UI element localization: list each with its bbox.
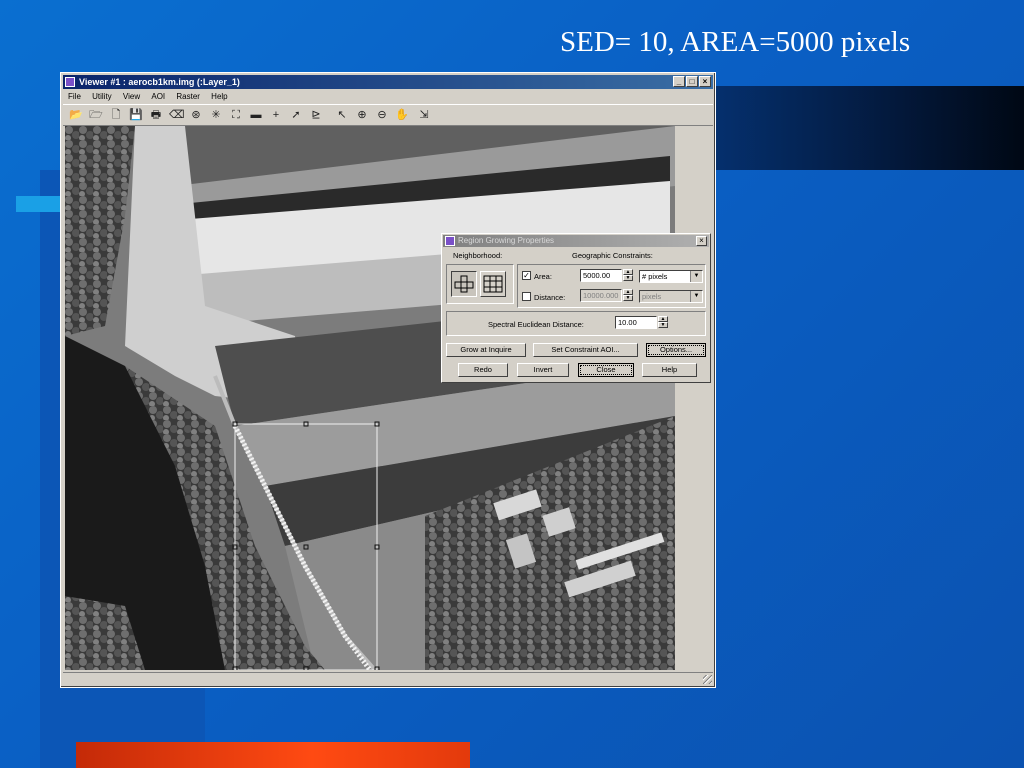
invert-button[interactable]: Invert [517, 363, 569, 377]
area-checkbox[interactable]: ✓ [522, 271, 531, 280]
minimize-button[interactable]: _ [673, 76, 685, 87]
status-bar [63, 672, 713, 685]
slide-title: SED= 10, AREA=5000 pixels [560, 26, 911, 58]
redo-button[interactable]: Redo [458, 363, 508, 377]
viewer-title: Viewer #1 : aerocb1km.img (:Layer_1) [79, 77, 240, 87]
menu-aoi[interactable]: AOI [151, 90, 165, 103]
options-button[interactable]: Options... [646, 343, 706, 357]
menu-help[interactable]: Help [211, 90, 227, 103]
eraser-icon[interactable]: ⌫ [169, 108, 185, 122]
grow-at-inquire-button[interactable]: Grow at Inquire [446, 343, 526, 357]
four-neighbor-icon [454, 275, 474, 293]
area-input[interactable]: 5000.00 [580, 269, 622, 282]
crosshair-icon[interactable]: + [269, 108, 283, 122]
distance-unit-value: pixels [642, 292, 662, 301]
maximize-button[interactable]: □ [686, 76, 698, 87]
menu-bar: File Utility View AOI Raster Help [63, 90, 713, 103]
help-button[interactable]: Help [642, 363, 697, 377]
viewer-titlebar[interactable]: Viewer #1 : aerocb1km.img (:Layer_1) _ □… [63, 75, 713, 89]
sed-spinner[interactable]: ▲ ▼ [658, 316, 668, 329]
inquire-icon[interactable]: ⊵ [309, 108, 323, 122]
distance-input[interactable]: 10000.000 [580, 289, 622, 302]
resize-grip[interactable] [703, 675, 712, 684]
neighborhood-4-button[interactable] [451, 271, 477, 297]
slide-accent-cyan [16, 196, 66, 212]
aerial-photo-svg [65, 126, 675, 670]
menu-file[interactable]: File [68, 90, 81, 103]
neighborhood-8-button[interactable] [480, 271, 506, 297]
select-arrow-icon[interactable]: ↖ [335, 108, 349, 122]
chevron-down-icon: ▼ [690, 271, 702, 282]
eight-neighbor-icon [483, 275, 503, 293]
distance-unit-select[interactable]: pixels ▼ [639, 290, 703, 303]
fit-icon[interactable]: ✳ [209, 108, 223, 122]
distance-spinner[interactable]: ▲ ▼ [623, 289, 633, 302]
region-growing-dialog: Region Growing Properties × Neighborhood… [441, 233, 711, 383]
menu-view[interactable]: View [123, 90, 140, 103]
geo-constraints-label: Geographic Constraints: [572, 251, 653, 260]
close-button[interactable]: × [699, 76, 711, 87]
new-document-icon[interactable]: 🗋 [109, 108, 123, 122]
sed-input[interactable]: 10.00 [615, 316, 657, 329]
menu-raster[interactable]: Raster [176, 90, 200, 103]
area-unit-select[interactable]: # pixels ▼ [639, 270, 703, 283]
app-icon [65, 77, 75, 87]
pan-hand-icon[interactable]: ✋ [395, 108, 409, 122]
dialog-close-icon[interactable]: × [696, 236, 707, 246]
aerial-image[interactable] [65, 126, 675, 670]
close-dialog-button[interactable]: Close [578, 363, 634, 377]
clear-icon[interactable]: ⊛ [189, 108, 203, 122]
distance-checkbox[interactable] [522, 292, 531, 301]
area-unit-value: # pixels [642, 272, 668, 281]
area-spinner[interactable]: ▲ ▼ [623, 269, 633, 282]
slide-accent-orange [76, 742, 470, 768]
zoom-out-icon[interactable]: ⊖ [375, 108, 389, 122]
pointer-arrow-icon[interactable]: ➚ [289, 108, 303, 122]
neighborhood-label: Neighborhood: [453, 251, 503, 260]
reset-icon[interactable]: ⛶ [229, 108, 243, 122]
chevron-down-icon: ▼ [690, 291, 702, 302]
distance-label: Distance: [534, 293, 566, 302]
zoom-in-icon[interactable]: ⊕ [355, 108, 369, 122]
measure-icon[interactable]: ▬ [249, 108, 263, 122]
area-label: Area: [534, 272, 552, 281]
open-folder-icon[interactable]: 📂 [69, 108, 83, 122]
set-constraint-aoi-button[interactable]: Set Constraint AOI... [533, 343, 638, 357]
dialog-app-icon [445, 236, 455, 246]
new-folder-icon[interactable]: 🗁 [89, 108, 103, 122]
menu-utility[interactable]: Utility [92, 90, 112, 103]
print-icon[interactable]: 🖶 [149, 108, 163, 122]
save-icon[interactable]: 💾 [129, 108, 143, 122]
sed-label: Spectral Euclidean Distance: [488, 320, 584, 329]
slide-accent-dark [714, 86, 1024, 170]
dialog-title: Region Growing Properties [458, 236, 555, 245]
toolbar: 📂 🗁 🗋 💾 🖶 ⌫ ⊛ ✳ ⛶ ▬ + ➚ ⊵ ↖ ⊕ ⊖ ✋ ⇲ [63, 104, 713, 126]
dialog-titlebar[interactable]: Region Growing Properties × [443, 235, 709, 247]
region-grow-icon[interactable]: ⇲ [417, 108, 431, 122]
